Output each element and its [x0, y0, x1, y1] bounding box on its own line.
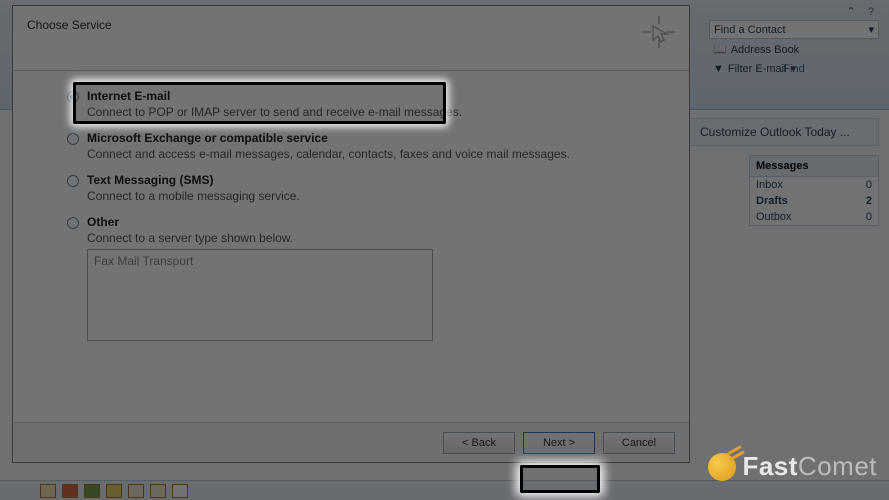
shortcuts-icon[interactable]	[172, 484, 188, 498]
other-server-listbox[interactable]: Fax Mail Transport	[87, 249, 433, 341]
option-desc: Connect to a server type shown below.	[87, 229, 675, 245]
back-button[interactable]: < Back	[443, 432, 515, 454]
folder-icon[interactable]	[150, 484, 166, 498]
messages-row-outbox[interactable]: Outbox0	[750, 209, 878, 225]
messages-row-inbox[interactable]: Inbox0	[750, 177, 878, 193]
address-book-button[interactable]: 📖 Address Book	[709, 41, 879, 58]
nav-bar	[0, 480, 889, 500]
fastcomet-watermark: FastComet	[708, 451, 877, 482]
option-exchange[interactable]: Microsoft Exchange or compatible service…	[65, 131, 675, 161]
messages-row-drafts[interactable]: Drafts2	[750, 193, 878, 209]
radio-other[interactable]	[67, 217, 79, 229]
find-group-label: Find	[709, 63, 879, 75]
messages-panel: Messages Inbox0 Drafts2 Outbox0	[749, 155, 879, 226]
cancel-button[interactable]: Cancel	[603, 432, 675, 454]
choose-service-dialog: Choose Service Internet E-mail Connect t…	[12, 5, 690, 463]
dialog-title: Choose Service	[27, 16, 675, 32]
radio-exchange[interactable]	[67, 133, 79, 145]
customize-outlook-button[interactable]: Customize Outlook Today ...	[689, 118, 879, 146]
radio-sms[interactable]	[67, 175, 79, 187]
option-label: Microsoft Exchange or compatible service	[87, 131, 675, 145]
mail-icon[interactable]	[40, 484, 56, 498]
calendar-icon[interactable]	[62, 484, 78, 498]
option-sms[interactable]: Text Messaging (SMS) Connect to a mobile…	[65, 173, 675, 203]
option-internet-email[interactable]: Internet E-mail Connect to POP or IMAP s…	[65, 89, 675, 119]
messages-header: Messages	[750, 156, 878, 177]
help-icon[interactable]: ?	[863, 4, 879, 20]
notes-icon[interactable]	[128, 484, 144, 498]
find-contact-input[interactable]: Find a Contact ▾	[709, 20, 879, 39]
option-label: Text Messaging (SMS)	[87, 173, 675, 187]
tasks-icon[interactable]	[106, 484, 122, 498]
option-desc: Connect and access e-mail messages, cale…	[87, 145, 675, 161]
radio-internet-email[interactable]	[67, 91, 79, 103]
option-label: Internet E-mail	[87, 89, 675, 103]
list-item[interactable]: Fax Mail Transport	[94, 254, 426, 268]
dialog-footer: < Back Next > Cancel	[13, 422, 689, 462]
option-other[interactable]: Other Connect to a server type shown bel…	[65, 215, 675, 245]
dialog-header: Choose Service	[13, 6, 689, 71]
cursor-decor-icon	[639, 12, 679, 52]
option-desc: Connect to POP or IMAP server to send an…	[87, 103, 675, 119]
option-desc: Connect to a mobile messaging service.	[87, 187, 675, 203]
next-button[interactable]: Next >	[523, 432, 595, 454]
dialog-body: Internet E-mail Connect to POP or IMAP s…	[13, 71, 689, 345]
comet-icon	[708, 453, 736, 481]
minimize-ribbon-icon[interactable]: ⌃	[843, 4, 859, 20]
contacts-icon[interactable]	[84, 484, 100, 498]
option-label: Other	[87, 215, 675, 229]
